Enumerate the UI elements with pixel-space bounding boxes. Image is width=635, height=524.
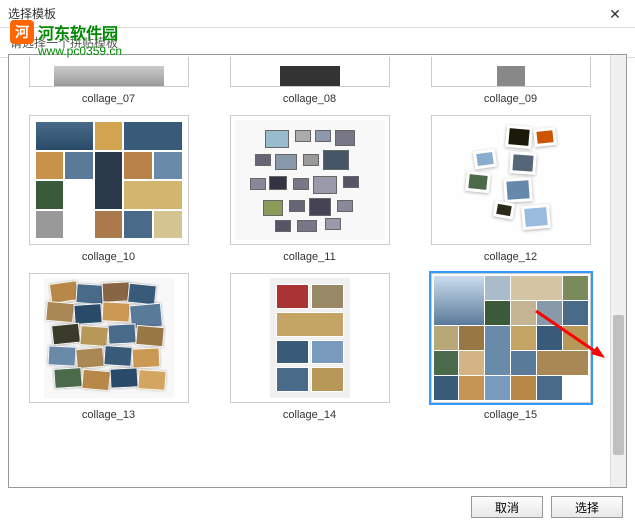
cancel-button[interactable]: 取消 (471, 496, 543, 518)
template-thumb (230, 273, 390, 403)
template-label: collage_12 (484, 251, 537, 263)
template-item[interactable]: collage_10 (13, 113, 204, 263)
template-item[interactable]: collage_12 (415, 113, 606, 263)
template-item[interactable]: collage_13 (13, 271, 204, 421)
template-item[interactable]: collage_15 (415, 271, 606, 421)
template-label: collage_15 (484, 409, 537, 421)
scrollbar[interactable] (610, 55, 626, 487)
close-button[interactable]: ✕ (595, 0, 635, 28)
template-thumb (230, 115, 390, 245)
titlebar: 选择模板 ✕ (0, 0, 635, 28)
template-thumb (431, 57, 591, 87)
template-list: collage_07 collage_08 collage_09 collage… (8, 54, 627, 488)
template-label: collage_09 (484, 93, 537, 105)
scrollbar-thumb[interactable] (613, 315, 624, 455)
template-thumb (431, 115, 591, 245)
template-item[interactable]: collage_07 (13, 55, 204, 105)
template-thumb (29, 57, 189, 87)
template-item[interactable]: collage_11 (214, 113, 405, 263)
template-label: collage_14 (283, 409, 336, 421)
template-label: collage_11 (283, 251, 335, 263)
template-thumb (29, 273, 189, 403)
template-label: collage_10 (82, 251, 135, 263)
close-icon: ✕ (609, 6, 621, 23)
template-thumb (29, 115, 189, 245)
button-bar: 取消 选择 (471, 496, 623, 518)
window-title: 选择模板 (8, 5, 56, 22)
template-thumb (431, 273, 591, 403)
template-label: collage_08 (283, 93, 336, 105)
template-scroll: collage_07 collage_08 collage_09 collage… (9, 55, 610, 487)
template-item[interactable]: collage_08 (214, 55, 405, 105)
template-item[interactable]: collage_14 (214, 271, 405, 421)
template-label: collage_07 (82, 93, 135, 105)
select-button[interactable]: 选择 (551, 496, 623, 518)
template-item[interactable]: collage_09 (415, 55, 606, 105)
template-thumb (230, 57, 390, 87)
template-label: collage_13 (82, 409, 135, 421)
